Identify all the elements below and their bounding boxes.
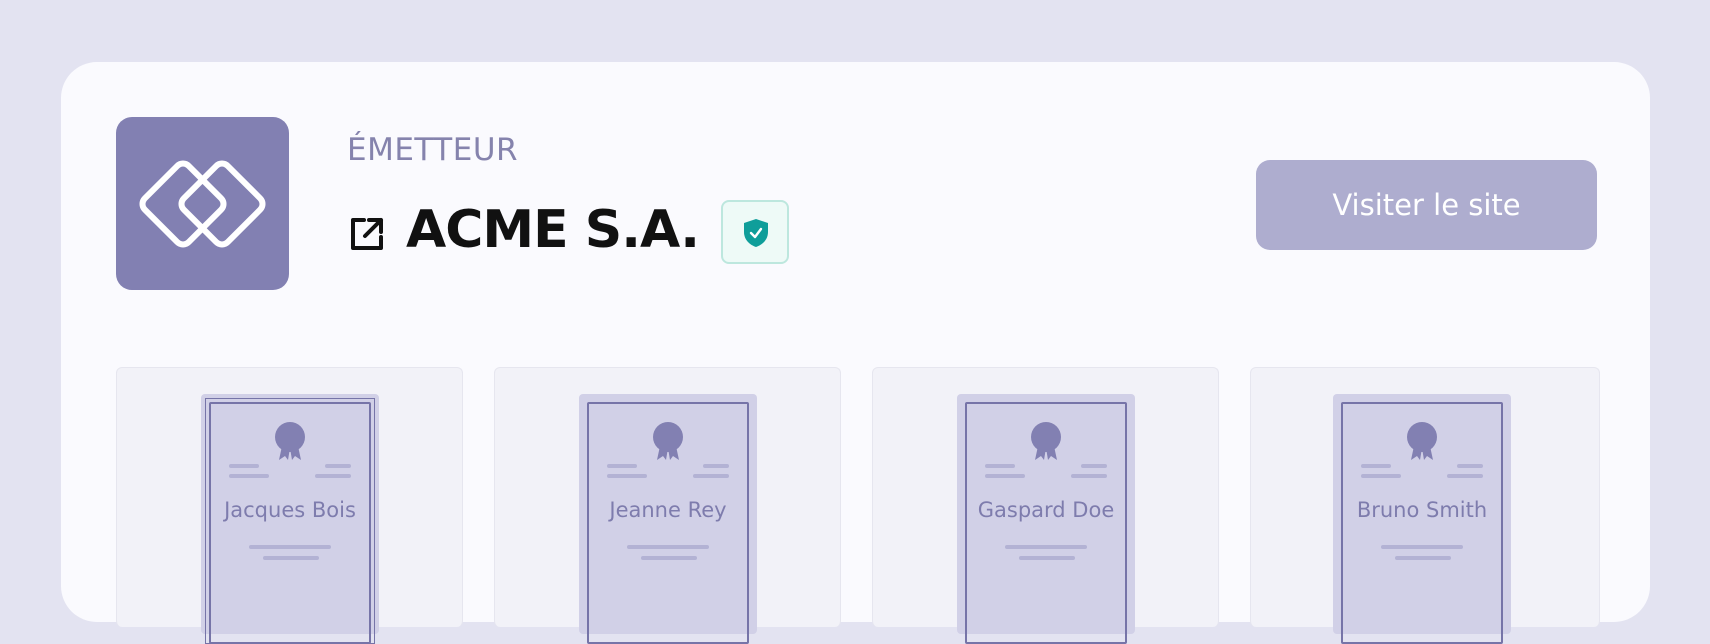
certificate-card[interactable]: Bruno Smith	[1250, 367, 1600, 644]
award-seal-icon	[1407, 422, 1437, 460]
certificate-card[interactable]: Gaspard Doe	[872, 367, 1219, 644]
award-seal-icon	[653, 422, 683, 460]
certificate-holder-name: Jeanne Rey	[609, 498, 727, 522]
visit-site-button[interactable]: Visiter le site	[1256, 160, 1597, 250]
certificate-document: Jeanne Rey	[579, 394, 757, 644]
certificate-document: Gaspard Doe	[957, 394, 1135, 644]
certificate-card[interactable]: Jacques Bois	[116, 367, 463, 644]
award-seal-icon	[275, 422, 305, 460]
issuer-card: ÉMETTEUR ACME S.A. Visiter le site Jacqu…	[61, 62, 1650, 644]
certificate-holder-name: Jacques Bois	[224, 498, 356, 522]
verified-badge	[721, 200, 789, 264]
issuer-logo	[116, 117, 289, 290]
shield-check-icon	[744, 219, 768, 247]
certificate-card[interactable]: Jeanne Rey	[494, 367, 841, 644]
certificate-document: Bruno Smith	[1333, 394, 1511, 644]
certificate-holder-name: Bruno Smith	[1356, 498, 1488, 522]
issuer-name: ACME S.A.	[406, 200, 700, 260]
certificate-document: Jacques Bois	[201, 394, 379, 644]
award-seal-icon	[1031, 422, 1061, 460]
certificate-holder-name: Gaspard Doe	[977, 498, 1115, 522]
interlocked-diamonds-icon	[139, 160, 266, 248]
issuer-label: ÉMETTEUR	[347, 132, 519, 168]
external-link-icon[interactable]	[347, 214, 387, 258]
